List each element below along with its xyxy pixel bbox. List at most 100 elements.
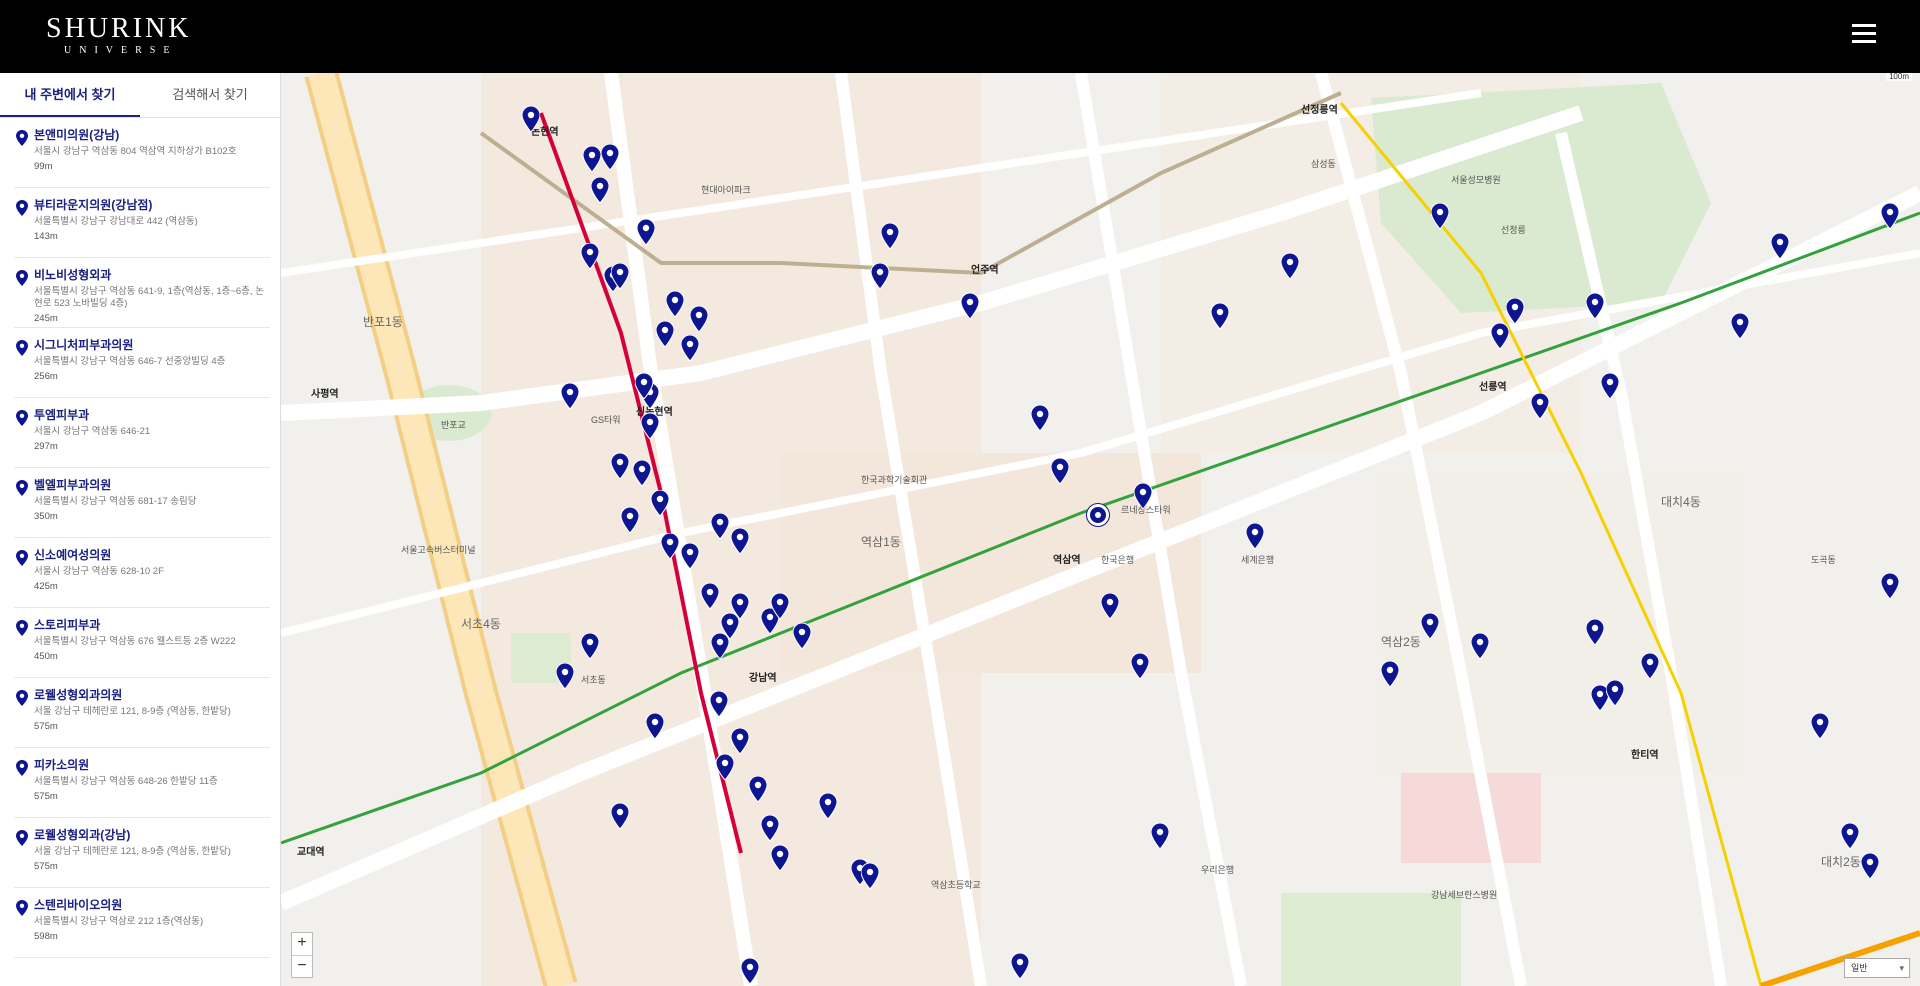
clinic-map-marker[interactable] bbox=[1586, 619, 1604, 645]
clinic-map-marker[interactable] bbox=[1246, 523, 1264, 549]
clinic-map-marker[interactable] bbox=[591, 177, 609, 203]
clinic-map-marker[interactable] bbox=[1586, 293, 1604, 319]
map-pin-icon bbox=[861, 863, 879, 889]
clinic-map-marker[interactable] bbox=[771, 593, 789, 619]
clinic-map-marker[interactable] bbox=[1841, 823, 1859, 849]
map-view[interactable]: 반포1동 서초4동 역삼1동 역삼2동 대치4동 대치2동 강남역 역삼역 선릉… bbox=[281, 73, 1920, 986]
clinic-map-marker[interactable] bbox=[1531, 393, 1549, 419]
clinic-map-marker[interactable] bbox=[581, 633, 599, 659]
clinic-map-marker[interactable] bbox=[1491, 323, 1509, 349]
hamburger-menu-icon[interactable] bbox=[1852, 22, 1876, 44]
clinic-address: 서울특별시 강남구 역삼동 648-26 한밭당 11층 bbox=[34, 776, 218, 787]
tab-search[interactable]: 검색해서 찾기 bbox=[140, 73, 280, 117]
clinic-map-marker[interactable] bbox=[583, 146, 601, 172]
clinic-map-marker[interactable] bbox=[731, 528, 749, 554]
clinic-map-marker[interactable] bbox=[1134, 483, 1152, 509]
clinic-map-marker[interactable] bbox=[666, 291, 684, 317]
clinic-list-item[interactable]: 투엠피부과 서울시 강남구 역삼동 646-21 297m bbox=[14, 398, 270, 468]
clinic-map-marker[interactable] bbox=[1031, 405, 1049, 431]
map-pin-icon bbox=[1606, 680, 1624, 706]
clinic-map-marker[interactable] bbox=[681, 335, 699, 361]
map-pin-icon bbox=[641, 413, 659, 439]
station-label: 선릉역 bbox=[1479, 382, 1507, 393]
brand-logo[interactable]: SHURINK UNIVERSE bbox=[46, 14, 191, 58]
clinic-map-marker[interactable] bbox=[633, 460, 651, 486]
clinic-map-marker[interactable] bbox=[861, 863, 879, 889]
clinic-list-item[interactable]: 로웰성형외과(강남) 서울 강남구 테헤란로 121, 8-9층 (역삼동, 한밭… bbox=[14, 818, 270, 888]
clinic-map-marker[interactable] bbox=[651, 490, 669, 516]
clinic-map-marker[interactable] bbox=[1771, 233, 1789, 259]
clinic-list-item[interactable]: 로웰성형외과의원 서울 강남구 테헤란로 121, 8-9층 (역삼동, 한밭당)… bbox=[14, 678, 270, 748]
clinic-map-marker[interactable] bbox=[1641, 653, 1659, 679]
poi-label: 도곡동 bbox=[1811, 555, 1836, 565]
clinic-map-marker[interactable] bbox=[637, 219, 655, 245]
clinic-map-marker[interactable] bbox=[793, 623, 811, 649]
clinic-map-marker[interactable] bbox=[611, 263, 629, 289]
clinic-map-marker[interactable] bbox=[749, 776, 767, 802]
clinic-map-marker[interactable] bbox=[681, 543, 699, 569]
clinic-map-marker[interactable] bbox=[635, 373, 653, 399]
clinic-map-marker[interactable] bbox=[1471, 633, 1489, 659]
clinic-map-marker[interactable] bbox=[1881, 573, 1899, 599]
tab-nearby[interactable]: 내 주변에서 찾기 bbox=[0, 73, 140, 117]
clinic-map-marker[interactable] bbox=[961, 293, 979, 319]
map-pin-icon bbox=[1281, 253, 1299, 279]
clinic-map-marker[interactable] bbox=[701, 583, 719, 609]
clinic-map-marker[interactable] bbox=[871, 263, 889, 289]
clinic-list-item[interactable]: 뷰티라운지의원(강남점) 서울특별시 강남구 강남대로 442 (역삼동) 143m bbox=[14, 188, 270, 258]
clinic-map-marker[interactable] bbox=[561, 383, 579, 409]
poi-label: 강남세브란스병원 bbox=[1431, 890, 1498, 900]
clinic-list-item[interactable]: 시그니처피부과의원 서울특별시 강남구 역삼동 646-7 선중앙빌딩 4층 256… bbox=[14, 328, 270, 398]
clinic-list-item[interactable]: 스텐리바이오의원 서울특별시 강남구 역삼로 212 1층(역삼동) 598m bbox=[14, 888, 270, 958]
clinic-map-marker[interactable] bbox=[731, 593, 749, 619]
clinic-map-marker[interactable] bbox=[621, 507, 639, 533]
clinic-map-marker[interactable] bbox=[1211, 303, 1229, 329]
clinic-list-item[interactable]: 본앤미의원(강남) 서울시 강남구 역삼동 804 역삼역 지하상가 B102호 9… bbox=[14, 118, 270, 188]
clinic-map-marker[interactable] bbox=[741, 958, 759, 984]
clinic-map-marker[interactable] bbox=[1506, 298, 1524, 324]
clinic-map-marker[interactable] bbox=[522, 106, 540, 132]
clinic-map-marker[interactable] bbox=[1011, 953, 1029, 979]
clinic-map-marker[interactable] bbox=[611, 453, 629, 479]
map-type-select[interactable]: 일반 bbox=[1844, 958, 1910, 978]
clinic-map-marker[interactable] bbox=[1601, 373, 1619, 399]
clinic-map-marker[interactable] bbox=[1731, 313, 1749, 339]
zoom-in-button[interactable]: + bbox=[292, 933, 312, 955]
clinic-list-item[interactable]: 신소예여성의원 서울시 강남구 역삼동 628-10 2F 425m bbox=[14, 538, 270, 608]
clinic-list-item[interactable]: 벨엘피부과의원 서울특별시 강남구 역삼동 681-17 송림당 350m bbox=[14, 468, 270, 538]
clinic-map-marker[interactable] bbox=[1606, 680, 1624, 706]
clinic-map-marker[interactable] bbox=[1881, 203, 1899, 229]
clinic-list-item[interactable]: 피카소의원 서울특별시 강남구 역삼동 648-26 한밭당 11층 575m bbox=[14, 748, 270, 818]
clinic-map-marker[interactable] bbox=[641, 413, 659, 439]
clinic-map-marker[interactable] bbox=[1151, 823, 1169, 849]
clinic-map-marker[interactable] bbox=[819, 793, 837, 819]
clinic-map-marker[interactable] bbox=[556, 663, 574, 689]
clinic-map-marker[interactable] bbox=[716, 754, 734, 780]
clinic-map-marker[interactable] bbox=[661, 533, 679, 559]
clinic-list-item[interactable]: 스토리피부과 서울특별시 강남구 역삼동 676 웰스트등 2층 W222 450m bbox=[14, 608, 270, 678]
clinic-map-marker[interactable] bbox=[1431, 203, 1449, 229]
clinic-map-marker[interactable] bbox=[711, 633, 729, 659]
clinic-map-marker[interactable] bbox=[1281, 253, 1299, 279]
clinic-map-marker[interactable] bbox=[1861, 853, 1879, 879]
clinic-map-marker[interactable] bbox=[1381, 661, 1399, 687]
clinic-map-marker[interactable] bbox=[601, 144, 619, 170]
clinic-map-marker[interactable] bbox=[690, 306, 708, 332]
clinic-map-marker[interactable] bbox=[1811, 713, 1829, 739]
clinic-map-marker[interactable] bbox=[881, 223, 899, 249]
clinic-map-marker[interactable] bbox=[656, 321, 674, 347]
clinic-map-marker[interactable] bbox=[1421, 613, 1439, 639]
clinic-map-marker[interactable] bbox=[710, 691, 728, 717]
zoom-out-button[interactable]: − bbox=[292, 955, 312, 977]
clinic-map-marker[interactable] bbox=[731, 728, 749, 754]
clinic-map-marker[interactable] bbox=[646, 713, 664, 739]
clinic-map-marker[interactable] bbox=[771, 845, 789, 871]
clinic-map-marker[interactable] bbox=[711, 513, 729, 539]
clinic-map-marker[interactable] bbox=[1131, 653, 1149, 679]
clinic-map-marker[interactable] bbox=[1101, 593, 1119, 619]
clinic-map-marker[interactable] bbox=[1051, 458, 1069, 484]
clinic-map-marker[interactable] bbox=[581, 243, 599, 269]
clinic-map-marker[interactable] bbox=[611, 803, 629, 829]
clinic-list-item[interactable]: 비노비성형외과 서울특별시 강남구 역삼동 641-9, 1층(역삼동, 1층~6… bbox=[14, 258, 270, 328]
clinic-map-marker[interactable] bbox=[761, 815, 779, 841]
